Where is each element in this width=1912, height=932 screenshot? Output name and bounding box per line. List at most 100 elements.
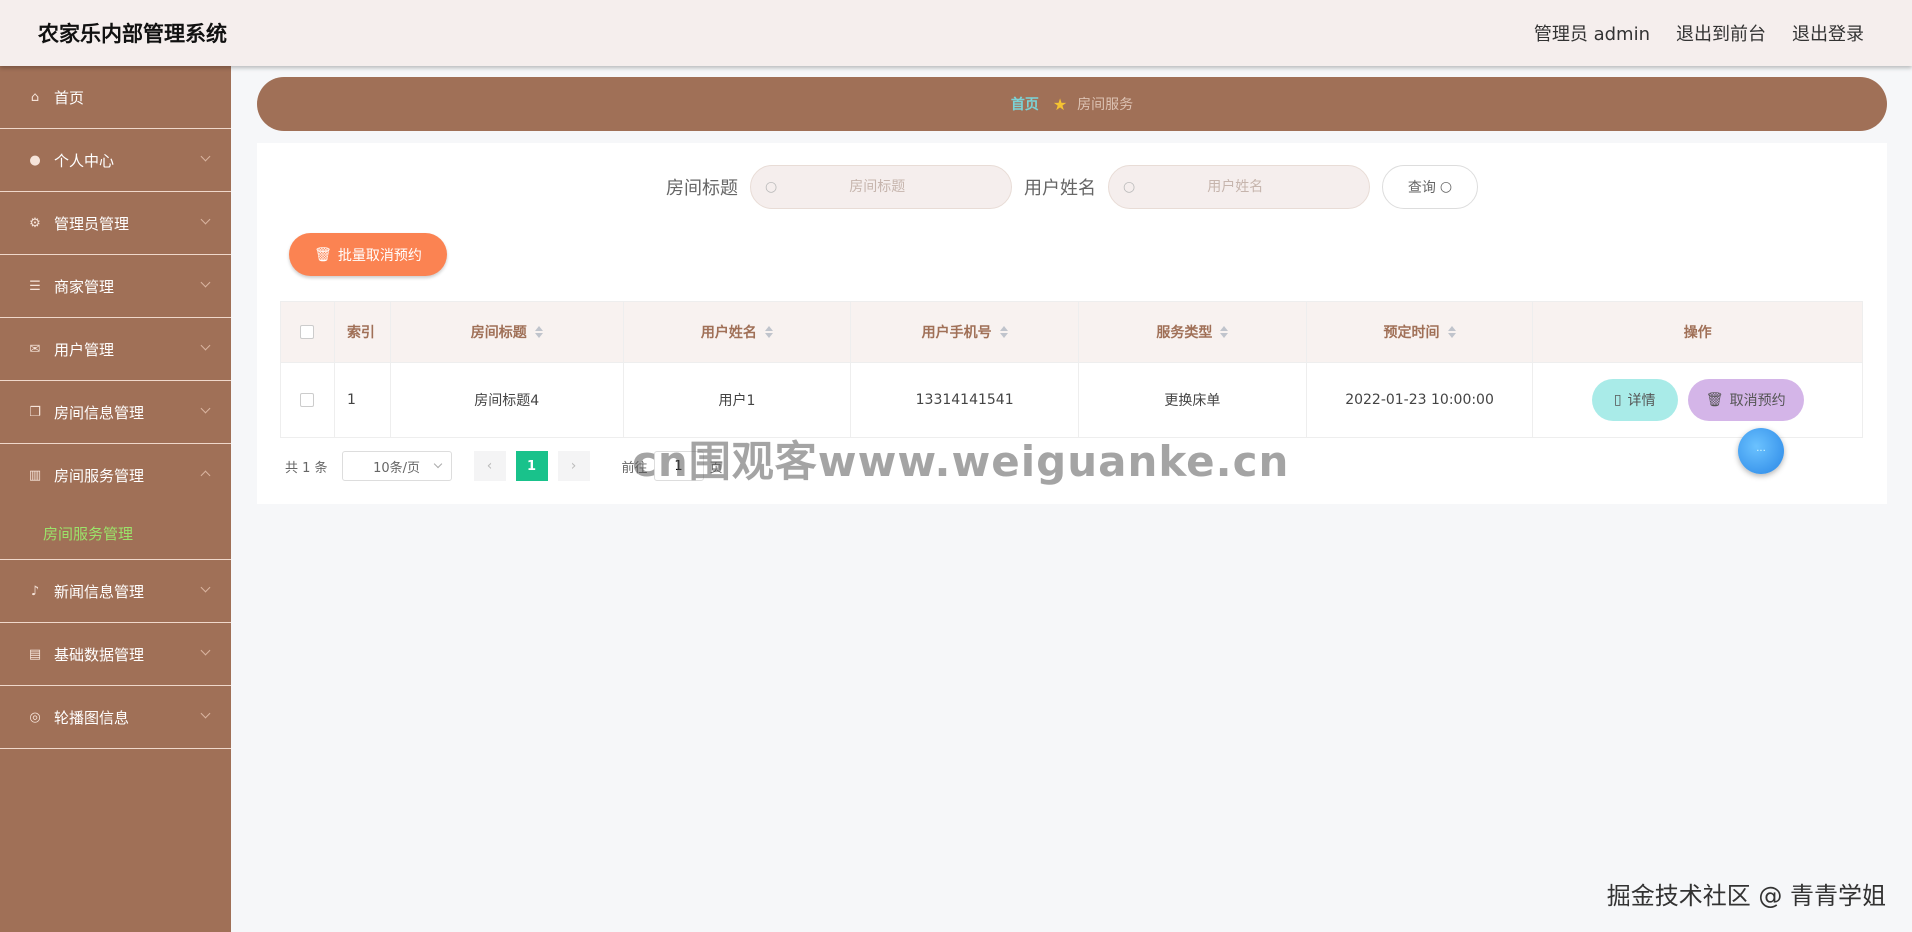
copy-icon: ❐ <box>29 404 41 420</box>
sidebar: ⌂ 首页 ● 个人中心 ⚙ 管理员管理 ☰ 商家管理 ✉ 用户管理 ❐ 房间信息… <box>0 66 231 932</box>
mail-icon: ✉ <box>29 341 41 357</box>
sidebar-subitem-room-service[interactable]: 房间服务管理 <box>0 507 231 560</box>
sort-icon[interactable] <box>534 326 543 338</box>
home-icon: ⌂ <box>30 89 40 105</box>
bar-chart-icon: ▥ <box>28 468 42 483</box>
column-header-label: 索引 <box>346 325 375 341</box>
app-title: 农家乐内部管理系统 <box>38 22 227 46</box>
column-header-label: 房间标题 <box>470 325 527 341</box>
credit-watermark: 掘金技术社区 @ 青青学姐 <box>1606 882 1886 910</box>
column-header-label: 服务类型 <box>1156 325 1213 341</box>
sidebar-item-label: 首页 <box>54 88 85 107</box>
user-name-input[interactable] <box>1135 179 1336 195</box>
sidebar-item-label: 管理员管理 <box>54 214 130 233</box>
sidebar-item-user-management[interactable]: ✉ 用户管理 <box>0 318 231 381</box>
cell-service-type: 更换床单 <box>1079 363 1307 437</box>
cell-phone: 13314141541 <box>851 363 1079 437</box>
column-header-index: 索引 <box>335 302 391 362</box>
sidebar-item-admin-management[interactable]: ⚙ 管理员管理 <box>0 192 231 255</box>
cancel-booking-button[interactable]: 🗑 取消预约 <box>1687 379 1804 421</box>
chevron-down-icon <box>200 151 211 162</box>
sidebar-item-merchant-management[interactable]: ☰ 商家管理 <box>0 255 231 318</box>
to-front-link[interactable]: 退出到前台 <box>1676 20 1766 46</box>
prev-page-button[interactable]: ‹ <box>473 451 506 481</box>
top-header: 农家乐内部管理系统 管理员 admin 退出到前台 退出登录 <box>0 0 1912 66</box>
gear-icon: ⚙ <box>29 215 41 231</box>
column-header-label: 操作 <box>1683 325 1712 341</box>
batch-cancel-label: 批量取消预约 <box>337 247 422 264</box>
query-button[interactable]: 查询 ○ <box>1382 165 1478 209</box>
floating-assistant-ball[interactable]: ··· <box>1738 428 1784 474</box>
breadcrumb: 首页 ★ 房间服务 <box>257 77 1887 131</box>
row-checkbox-cell <box>281 363 335 437</box>
pagination-total: 共 1 条 <box>285 460 328 476</box>
page-number-current[interactable]: 1 <box>515 451 548 481</box>
compass-icon: ◎ <box>29 709 41 725</box>
header-actions: 管理员 admin 退出到前台 退出登录 <box>1508 20 1864 46</box>
column-header-time[interactable]: 预定时间 <box>1307 302 1534 362</box>
table-header: 索引 房间标题 用户姓名 用户手机号 服务类型 预定时间 操作 <box>281 302 1862 363</box>
user-name-label: 用户姓名 <box>1024 178 1096 199</box>
chevron-down-icon <box>433 459 442 469</box>
sidebar-item-news-info[interactable]: ♪ 新闻信息管理 <box>0 560 231 623</box>
column-header-room-title[interactable]: 房间标题 <box>391 302 624 362</box>
sidebar-item-label: 轮播图信息 <box>54 708 130 727</box>
chevron-down-icon <box>200 403 211 414</box>
sliders-icon: ☰ <box>29 278 41 294</box>
sidebar-item-room-service[interactable]: ▥ 房间服务管理 <box>0 444 231 507</box>
sidebar-item-label: 新闻信息管理 <box>54 582 145 601</box>
sidebar-item-base-data[interactable]: ▤ 基础数据管理 <box>0 623 231 686</box>
page-size-select[interactable]: 10条/页 <box>341 451 452 481</box>
column-header-service-type[interactable]: 服务类型 <box>1079 302 1307 362</box>
sidebar-item-label: 房间服务管理 <box>54 467 145 485</box>
search-icon: ○ <box>1439 179 1453 195</box>
chevron-down-icon <box>200 340 211 351</box>
chevron-up-icon <box>200 470 211 481</box>
sidebar-item-carousel[interactable]: ◎ 轮播图信息 <box>0 686 231 749</box>
room-title-search-box[interactable]: ○ <box>750 165 1012 209</box>
search-icon: ○ <box>765 179 778 195</box>
column-header-user-name[interactable]: 用户姓名 <box>624 302 852 362</box>
search-form: 房间标题 ○ 用户姓名 ○ 查询 ○ <box>257 165 1887 209</box>
sidebar-item-personal-center[interactable]: ● 个人中心 <box>0 129 231 192</box>
document-icon: ▯ <box>1613 392 1622 408</box>
sidebar-item-home[interactable]: ⌂ 首页 <box>0 66 231 129</box>
trash-icon: 🗑 <box>314 246 332 263</box>
breadcrumb-current: 房间服务 <box>1077 97 1134 113</box>
chevron-down-icon <box>200 582 211 593</box>
cake-icon: ▤ <box>28 646 42 662</box>
page-size-value: 10条/页 <box>373 460 421 476</box>
search-icon: ○ <box>1123 179 1136 195</box>
sidebar-item-label: 房间信息管理 <box>54 403 145 422</box>
cell-time: 2022-01-23 10:00:00 <box>1307 363 1534 437</box>
breadcrumb-home[interactable]: 首页 <box>1011 94 1039 114</box>
room-title-label: 房间标题 <box>666 178 738 199</box>
star-icon: ★ <box>1052 94 1068 114</box>
chevron-left-icon: ‹ <box>486 458 493 474</box>
select-all-checkbox[interactable] <box>300 325 315 339</box>
user-name-search-box[interactable]: ○ <box>1108 165 1370 209</box>
chevron-down-icon <box>200 708 211 719</box>
sidebar-item-room-info[interactable]: ❐ 房间信息管理 <box>0 381 231 444</box>
table-row: 1 房间标题4 用户1 13314141541 更换床单 2022-01-23 … <box>281 363 1862 437</box>
sort-icon[interactable] <box>764 326 773 338</box>
sidebar-item-label: 基础数据管理 <box>54 645 145 664</box>
sort-icon[interactable] <box>999 326 1008 338</box>
next-page-button[interactable]: › <box>557 451 590 481</box>
detail-button[interactable]: ▯ 详情 <box>1591 379 1678 421</box>
batch-cancel-button[interactable]: 🗑 批量取消预约 <box>289 233 447 276</box>
watermark-text: cn围观客www.weiguanke.cn <box>632 437 1290 486</box>
sort-icon[interactable] <box>1447 326 1456 338</box>
row-checkbox[interactable] <box>300 393 315 407</box>
cell-index: 1 <box>335 363 391 437</box>
detail-button-label: 详情 <box>1627 393 1656 409</box>
logout-link[interactable]: 退出登录 <box>1792 20 1864 46</box>
column-header-phone[interactable]: 用户手机号 <box>851 302 1079 362</box>
chevron-right-icon: › <box>570 458 577 474</box>
sort-icon[interactable] <box>1220 326 1229 338</box>
sidebar-item-label: 个人中心 <box>54 151 115 170</box>
column-header-label: 用户姓名 <box>700 325 757 341</box>
room-title-input[interactable] <box>777 179 978 195</box>
query-button-label: 查询 <box>1407 180 1436 196</box>
service-table: 索引 房间标题 用户姓名 用户手机号 服务类型 预定时间 操作 1 房间标题4 … <box>280 301 1863 438</box>
